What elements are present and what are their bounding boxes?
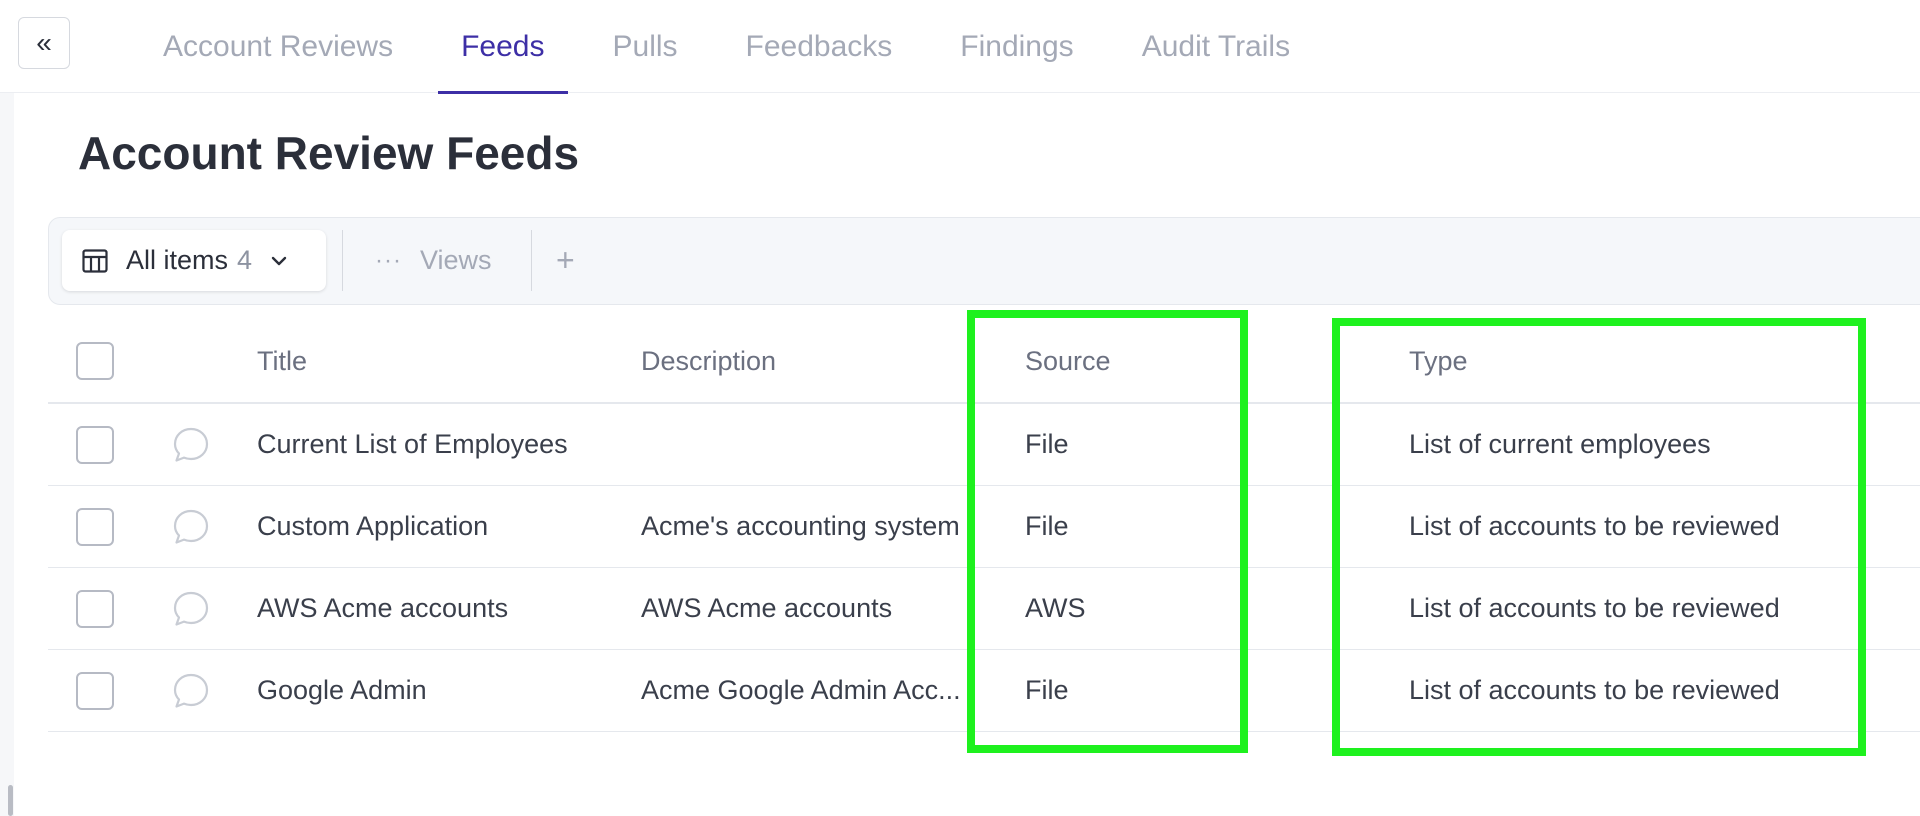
plus-icon: + bbox=[556, 242, 575, 278]
row-description: Acme's accounting system bbox=[641, 511, 960, 541]
toolbar-divider bbox=[531, 230, 532, 291]
row-checkbox[interactable] bbox=[76, 425, 114, 464]
comment-icon[interactable] bbox=[171, 425, 211, 465]
resize-handle[interactable] bbox=[8, 785, 13, 816]
row-checkbox[interactable] bbox=[76, 589, 114, 628]
comment-cell bbox=[171, 486, 211, 567]
comment-cell bbox=[171, 568, 211, 649]
row-title: Google Admin bbox=[257, 675, 427, 705]
double-chevron-left-icon: « bbox=[36, 27, 52, 58]
row-checkbox[interactable] bbox=[76, 507, 114, 546]
collapse-sidebar-button[interactable]: « bbox=[18, 17, 70, 69]
top-tab-bar: « Account Reviews Feeds Pulls Feedbacks … bbox=[0, 0, 1920, 94]
tab-audit-trails[interactable]: Audit Trails bbox=[1119, 0, 1313, 93]
row-select-cell bbox=[76, 568, 114, 649]
view-count: 4 bbox=[237, 245, 253, 275]
view-label: All items bbox=[126, 245, 229, 275]
column-header-title[interactable]: Title bbox=[257, 320, 627, 402]
add-view-button[interactable]: + bbox=[556, 230, 575, 291]
row-source: File bbox=[1025, 511, 1069, 541]
row-title: Custom Application bbox=[257, 511, 489, 541]
comment-cell bbox=[171, 650, 211, 731]
column-header-description[interactable]: Description bbox=[641, 320, 989, 402]
select-all-checkbox[interactable] bbox=[76, 342, 114, 380]
column-header-source[interactable]: Source bbox=[1025, 320, 1225, 402]
views-label: Views bbox=[419, 245, 492, 275]
views-toolbar: All items 4 ··· Views + bbox=[48, 217, 1920, 305]
table-header: Title Description Source Type bbox=[48, 320, 1920, 404]
comment-icon[interactable] bbox=[171, 507, 211, 547]
row-source: AWS bbox=[1025, 593, 1086, 623]
row-type: List of accounts to be reviewed bbox=[1409, 675, 1780, 705]
table-row[interactable]: Custom Application Acme's accounting sys… bbox=[48, 486, 1920, 568]
comment-icon[interactable] bbox=[171, 589, 211, 629]
row-source: File bbox=[1025, 675, 1069, 705]
chevron-down-icon bbox=[271, 256, 287, 265]
comment-cell bbox=[171, 404, 211, 485]
table-row[interactable]: Current List of Employees File List of c… bbox=[48, 404, 1920, 486]
row-select-cell bbox=[76, 404, 114, 485]
tab-feeds[interactable]: Feeds bbox=[438, 0, 568, 94]
tab-list: Account Reviews Feeds Pulls Feedbacks Fi… bbox=[140, 0, 1335, 94]
select-all-cell bbox=[76, 320, 114, 402]
more-dots-icon: ··· bbox=[375, 246, 402, 274]
tab-account-reviews[interactable]: Account Reviews bbox=[140, 0, 416, 93]
row-description: AWS Acme accounts bbox=[641, 593, 893, 623]
column-header-type[interactable]: Type bbox=[1409, 320, 1909, 402]
row-type: List of accounts to be reviewed bbox=[1409, 593, 1780, 623]
comment-icon[interactable] bbox=[171, 671, 211, 711]
row-select-cell bbox=[76, 650, 114, 731]
views-button[interactable]: ··· Views bbox=[375, 230, 492, 291]
tab-feedbacks[interactable]: Feedbacks bbox=[723, 0, 916, 93]
tab-pulls[interactable]: Pulls bbox=[590, 0, 701, 93]
row-title: Current List of Employees bbox=[257, 429, 568, 459]
table-row[interactable]: Google Admin Acme Google Admin Acc... Fi… bbox=[48, 650, 1920, 732]
toolbar-divider bbox=[342, 230, 343, 291]
row-title: AWS Acme accounts bbox=[257, 593, 509, 623]
page: « Account Reviews Feeds Pulls Feedbacks … bbox=[0, 0, 1920, 816]
tab-findings[interactable]: Findings bbox=[937, 0, 1096, 93]
view-selector-button[interactable]: All items 4 bbox=[62, 230, 326, 291]
row-type: List of current employees bbox=[1409, 429, 1711, 459]
table-row[interactable]: AWS Acme accounts AWS Acme accounts AWS … bbox=[48, 568, 1920, 650]
row-description: Acme Google Admin Acc... bbox=[641, 675, 961, 705]
table-icon bbox=[82, 248, 108, 273]
feeds-table: Title Description Source Type Current Li… bbox=[48, 320, 1920, 732]
row-checkbox[interactable] bbox=[76, 671, 114, 710]
page-title: Account Review Feeds bbox=[78, 127, 580, 179]
row-select-cell bbox=[76, 486, 114, 567]
row-description bbox=[641, 404, 989, 485]
left-rail bbox=[0, 93, 14, 816]
row-source: File bbox=[1025, 429, 1069, 459]
row-type: List of accounts to be reviewed bbox=[1409, 511, 1780, 541]
